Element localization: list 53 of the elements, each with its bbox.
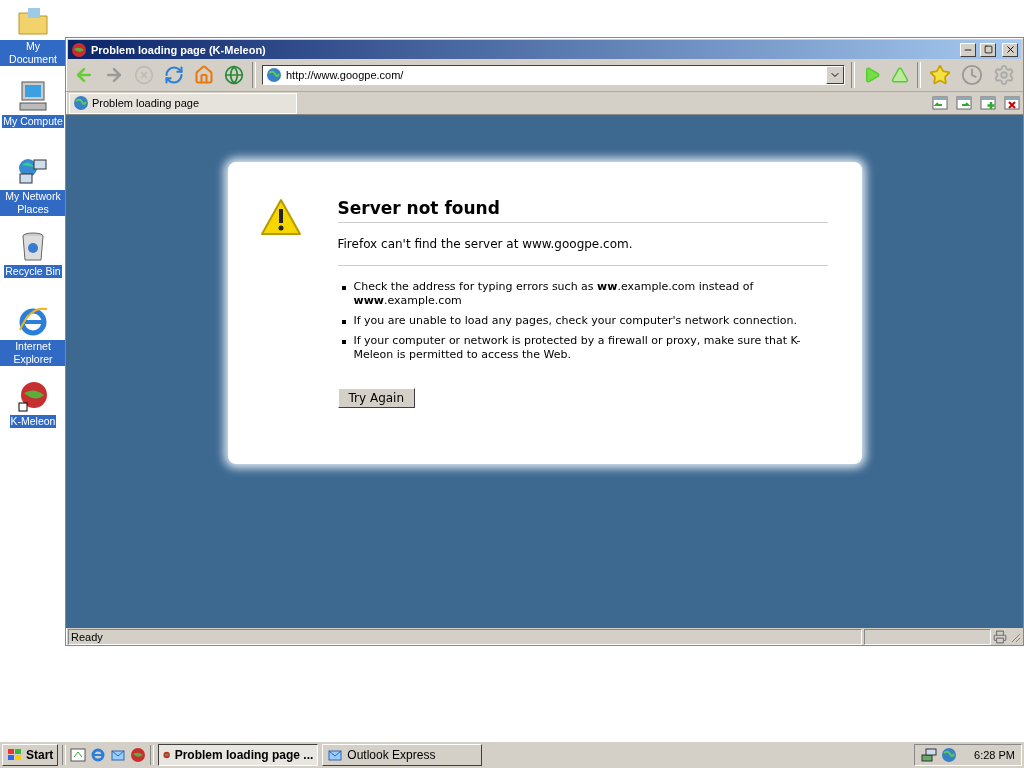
mail-icon[interactable] [110,747,127,763]
close-button[interactable] [1002,42,1018,57]
desktop-icon-label[interactable]: K-Meleon [9,415,57,428]
window-forward-icon[interactable] [956,96,972,110]
reload-button[interactable] [162,63,186,87]
desktop-icon[interactable] [70,747,87,763]
globe-icon [941,747,957,763]
bullet-icon [341,320,346,324]
clock: 6:28 PM [974,749,1015,761]
start-button[interactable]: Start [2,744,59,766]
desktop-icon-label[interactable]: Internet Explorer [0,340,66,366]
try-again-button[interactable]: Try Again [337,388,416,408]
windows-logo [7,748,23,762]
globe-icon [266,67,282,83]
taskbar-button[interactable]: Outlook Express [322,744,483,766]
globe-icon [73,95,89,111]
internet-explorer-icon[interactable] [90,747,107,763]
desktop-icon-label[interactable]: My Document [0,40,66,66]
printer-icon [993,629,1007,644]
network-icon [921,747,937,763]
chameleon-icon [130,747,147,763]
desktop-icon-label[interactable]: Recycle Bin [4,265,62,278]
bullet-icon [341,340,346,344]
browser-tab[interactable]: Problem loading page [69,92,297,114]
error-title: Server not found [337,198,828,223]
new-tab-icon[interactable] [980,96,996,110]
mail-icon [327,747,344,763]
dropdown-button[interactable] [826,66,844,84]
window-back-icon[interactable] [932,96,948,110]
error-message: Firefox can't find the server at www.googpe.com. [337,237,828,266]
home-button[interactable] [192,63,216,87]
maximize-button[interactable] [980,42,996,57]
close-icon [1004,44,1016,55]
app-icon [71,41,87,58]
history-button[interactable] [959,62,985,88]
taskbar-button[interactable]: Problem loading page ... [158,744,319,766]
desktop-icon-label[interactable]: My Network Places [0,190,66,216]
maximize-icon [983,45,993,54]
status-text: Ready [68,628,862,645]
warning-icon [259,198,302,236]
suggestion-text: If you are unable to load any pages, check your computer's network connection. [353,314,798,328]
close-tab-icon[interactable] [1004,96,1020,110]
computer-icon [16,79,50,113]
suggestion-text: Check the address for typing errors such as ww.example.com instead of www.example.com [353,280,755,308]
bullet-icon [341,286,346,290]
window-title: Problem loading page (K-Meleon) [91,43,267,56]
chameleon-icon [16,379,50,413]
suggestion-text: If your computer or network is protected by a firewall or proxy, make sure that K-Meleon is permitted to access the Web. [353,334,802,362]
address-field[interactable]: http://www.googpe.com/ [262,65,845,85]
minimize-button[interactable] [960,42,976,57]
globe-button[interactable] [222,63,246,87]
desktop-icon-label[interactable]: My Compute [2,115,64,128]
arrow-right-icon [104,65,124,85]
